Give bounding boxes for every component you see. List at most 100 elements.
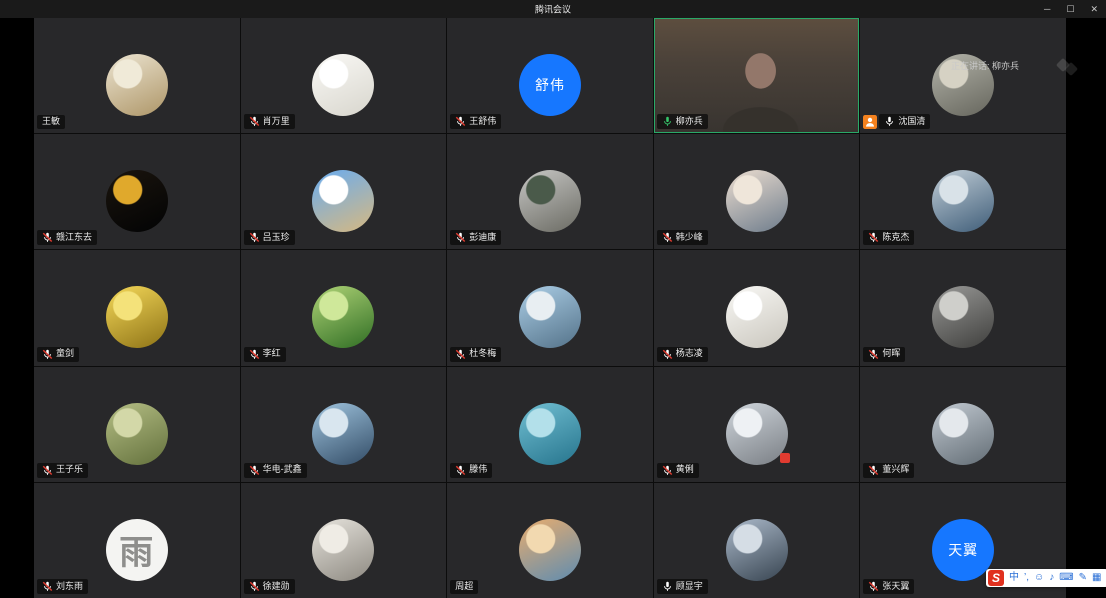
avatar <box>106 403 168 465</box>
name-label-row: 黄俐 <box>657 463 699 478</box>
participant-name: 杨志凌 <box>676 349 703 359</box>
name-label-row: 杜冬梅 <box>450 347 501 362</box>
name-pill: 华电-武鑫 <box>244 463 307 478</box>
tencent-meeting-window: 腾讯会议 ─ ☐ ✕ 王敏 肖万里 <box>0 0 1106 598</box>
participant-name: 张天翼 <box>882 582 909 592</box>
participant-tile[interactable]: 黄俐 <box>654 367 860 482</box>
name-label-row: 李红 <box>244 347 286 362</box>
ime-logo[interactable]: S <box>988 570 1004 586</box>
avatar-label: 天翼 <box>948 540 978 560</box>
ime-punct-icon[interactable]: ’, <box>1024 573 1029 583</box>
avatar <box>726 519 788 581</box>
name-pill: 刘东雨 <box>37 579 88 594</box>
name-pill: 柳亦兵 <box>657 114 708 129</box>
avatar <box>312 170 374 232</box>
window-title: 腾讯会议 <box>535 3 571 16</box>
participant-tile[interactable]: 徐建勋 <box>241 483 447 598</box>
participant-tile[interactable]: 赣江东去 <box>34 134 240 249</box>
participant-name: 顾显宇 <box>676 582 703 592</box>
hand-raised-badge <box>863 115 877 129</box>
participant-name: 王舒伟 <box>469 117 496 127</box>
participant-tile[interactable]: 舒伟 王舒伟 <box>447 18 653 133</box>
participant-tile[interactable]: 王子乐 <box>34 367 240 482</box>
participant-tile[interactable]: 柳亦兵 <box>654 18 860 133</box>
name-label-row: 何晖 <box>863 347 905 362</box>
participant-name: 赣江东去 <box>56 233 92 243</box>
mic-icon <box>868 465 879 476</box>
avatar <box>726 286 788 348</box>
avatar <box>519 519 581 581</box>
participant-tile[interactable]: 李红 <box>241 250 447 365</box>
name-label-row: 柳亦兵 <box>657 114 708 129</box>
participant-tile[interactable]: 童剑 <box>34 250 240 365</box>
avatar: 天翼 <box>932 519 994 581</box>
participant-tile[interactable]: 彭迪康 <box>447 134 653 249</box>
mic-icon <box>455 349 466 360</box>
participant-tile[interactable]: 华电-武鑫 <box>241 367 447 482</box>
participant-grid: 王敏 肖万里 舒伟 王舒伟 <box>34 18 1066 598</box>
participant-name: 刘东雨 <box>56 582 83 592</box>
mic-icon <box>42 581 53 592</box>
participant-tile[interactable]: 肖万里 <box>241 18 447 133</box>
participant-name: 滕伟 <box>469 465 487 475</box>
mic-icon <box>868 232 879 243</box>
name-label-row: 华电-武鑫 <box>244 463 307 478</box>
mic-icon <box>455 232 466 243</box>
name-pill: 王子乐 <box>37 463 88 478</box>
mic-icon <box>42 349 53 360</box>
mic-icon <box>662 581 673 592</box>
ime-keyboard-icon[interactable]: ⌨ <box>1059 573 1073 583</box>
participant-tile[interactable]: 周超 <box>447 483 653 598</box>
participant-tile[interactable]: 吕玉珍 <box>241 134 447 249</box>
name-label-row: 彭迪康 <box>450 230 501 245</box>
participant-name: 华电-武鑫 <box>263 465 302 475</box>
ime-lang-icon[interactable]: 中 <box>1009 573 1019 583</box>
avatar-status-badge <box>780 453 790 463</box>
participant-name: 董兴辉 <box>882 465 909 475</box>
close-button[interactable]: ✕ <box>1090 5 1098 14</box>
participant-tile[interactable]: 董兴辉 <box>860 367 1066 482</box>
ime-emoji-icon[interactable]: ☺ <box>1034 573 1044 583</box>
participant-tile[interactable]: 陈克杰 <box>860 134 1066 249</box>
ime-skin-icon[interactable]: ✎ <box>1079 573 1087 583</box>
participant-tile[interactable]: 沈国清 <box>860 18 1066 133</box>
name-label-row: 顾显宇 <box>657 579 708 594</box>
name-label-row: 董兴辉 <box>863 463 914 478</box>
minimize-button[interactable]: ─ <box>1044 5 1050 14</box>
mic-icon <box>662 232 673 243</box>
name-pill: 彭迪康 <box>450 230 501 245</box>
participant-tile[interactable]: 雨 刘东雨 <box>34 483 240 598</box>
participant-tile[interactable]: 韩少峰 <box>654 134 860 249</box>
mic-icon <box>868 349 879 360</box>
maximize-button[interactable]: ☐ <box>1066 5 1074 14</box>
mic-icon <box>884 116 895 127</box>
name-label-row: 肖万里 <box>244 114 295 129</box>
ime-voice-icon[interactable]: ♪ <box>1049 573 1054 583</box>
name-pill: 王敏 <box>37 115 65 129</box>
mic-icon <box>42 465 53 476</box>
participant-tile[interactable]: 滕伟 <box>447 367 653 482</box>
participant-name: 王子乐 <box>56 465 83 475</box>
name-pill: 滕伟 <box>450 463 492 478</box>
name-pill: 肖万里 <box>244 114 295 129</box>
mic-icon <box>249 349 260 360</box>
avatar <box>312 403 374 465</box>
participant-name: 王敏 <box>42 117 60 127</box>
participant-name: 李红 <box>263 349 281 359</box>
ime-toolbox-icon[interactable]: ▦ <box>1092 573 1101 583</box>
mic-icon <box>868 581 879 592</box>
participant-tile[interactable]: 王敏 <box>34 18 240 133</box>
name-label-row: 滕伟 <box>450 463 492 478</box>
avatar: 舒伟 <box>519 54 581 116</box>
name-pill: 陈克杰 <box>863 230 914 245</box>
participant-name: 黄俐 <box>676 465 694 475</box>
participant-tile[interactable]: 顾显宇 <box>654 483 860 598</box>
avatar <box>312 519 374 581</box>
participant-name: 沈国清 <box>898 117 925 127</box>
participant-tile[interactable]: 杨志凌 <box>654 250 860 365</box>
participant-tile[interactable]: 杜冬梅 <box>447 250 653 365</box>
name-pill: 李红 <box>244 347 286 362</box>
participant-tile[interactable]: 何晖 <box>860 250 1066 365</box>
avatar <box>312 54 374 116</box>
sogou-ime-toolbar: S 中 ’, ☺ ♪ ⌨ ✎ ▦ <box>986 569 1106 587</box>
